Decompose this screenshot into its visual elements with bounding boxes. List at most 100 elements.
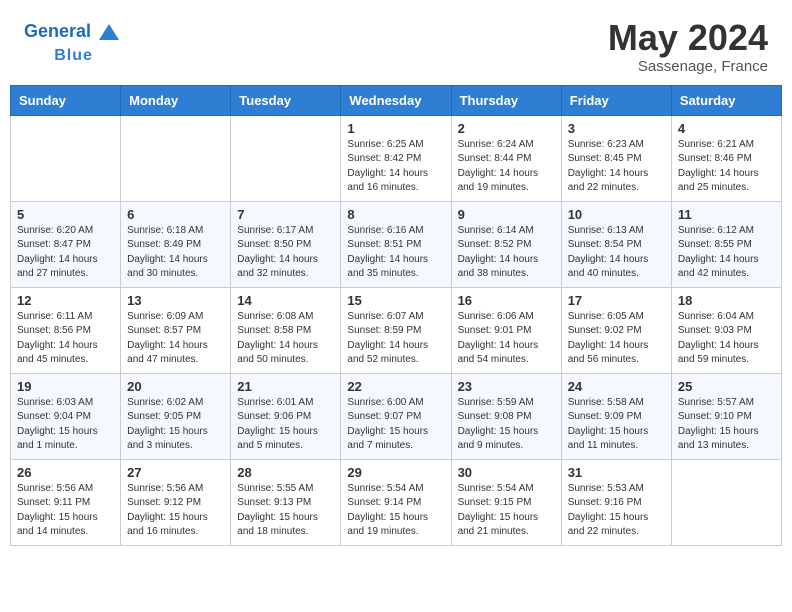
- calendar-cell: 9 Sunrise: 6:14 AM Sunset: 8:52 PM Daylig…: [451, 201, 561, 287]
- calendar-cell: 15 Sunrise: 6:07 AM Sunset: 8:59 PM Dayli…: [341, 287, 451, 373]
- day-number: 17: [568, 293, 665, 308]
- calendar-cell: [231, 115, 341, 201]
- calendar-cell: 27 Sunrise: 5:56 AM Sunset: 9:12 PM Dayli…: [121, 459, 231, 545]
- day-info: Sunrise: 6:13 AM Sunset: 8:54 PM Dayligh…: [568, 224, 665, 282]
- day-number: 22: [347, 379, 444, 394]
- header-row: Sunday Monday Tuesday Wednesday Thursday…: [11, 85, 782, 115]
- day-info: Sunrise: 5:54 AM Sunset: 9:14 PM Dayligh…: [347, 482, 444, 540]
- calendar-cell: 17 Sunrise: 6:05 AM Sunset: 9:02 PM Dayli…: [561, 287, 671, 373]
- calendar-cell: 16Sunrise: 6:06 AM Sunset: 9:01 PM Dayli…: [451, 287, 561, 373]
- day-info: Sunrise: 6:25 AM Sunset: 8:42 PM Dayligh…: [347, 138, 444, 196]
- calendar-cell: 31Sunrise: 5:53 AM Sunset: 9:16 PM Dayli…: [561, 459, 671, 545]
- day-number: 15: [347, 293, 444, 308]
- day-number: 25: [678, 379, 775, 394]
- day-number: 7: [237, 207, 334, 222]
- calendar-cell: 2Sunrise: 6:24 AM Sunset: 8:44 PM Daylig…: [451, 115, 561, 201]
- day-number: 20: [127, 379, 224, 394]
- day-info: Sunrise: 6:12 AM Sunset: 8:55 PM Dayligh…: [678, 224, 775, 282]
- day-info: Sunrise: 6:04 AM Sunset: 9:03 PM Dayligh…: [678, 310, 775, 368]
- calendar-cell: 3 Sunrise: 6:23 AM Sunset: 8:45 PM Daylig…: [561, 115, 671, 201]
- week-row-1: 1 Sunrise: 6:25 AM Sunset: 8:42 PM Daylig…: [11, 115, 782, 201]
- day-number: 10: [568, 207, 665, 222]
- logo: General Blue: [24, 18, 123, 65]
- day-info: Sunrise: 6:20 AM Sunset: 8:47 PM Dayligh…: [17, 224, 114, 282]
- day-info: Sunrise: 6:23 AM Sunset: 8:45 PM Dayligh…: [568, 138, 665, 196]
- day-info: Sunrise: 5:53 AM Sunset: 9:16 PM Dayligh…: [568, 482, 665, 540]
- day-info: Sunrise: 5:58 AM Sunset: 9:09 PM Dayligh…: [568, 396, 665, 454]
- calendar-cell: [11, 115, 121, 201]
- title-block: May 2024 Sassenage, France: [608, 18, 768, 75]
- week-row-3: 12 Sunrise: 6:11 AM Sunset: 8:56 PM Dayli…: [11, 287, 782, 373]
- col-wednesday: Wednesday: [341, 85, 451, 115]
- week-row-5: 26Sunrise: 5:56 AM Sunset: 9:11 PM Dayli…: [11, 459, 782, 545]
- calendar-cell: 26Sunrise: 5:56 AM Sunset: 9:11 PM Dayli…: [11, 459, 121, 545]
- day-info: Sunrise: 5:56 AM Sunset: 9:11 PM Dayligh…: [17, 482, 114, 540]
- day-info: Sunrise: 5:59 AM Sunset: 9:08 PM Dayligh…: [458, 396, 555, 454]
- day-info: Sunrise: 6:03 AM Sunset: 9:04 PM Dayligh…: [17, 396, 114, 454]
- logo-icon: [95, 18, 123, 46]
- day-info: Sunrise: 6:14 AM Sunset: 8:52 PM Dayligh…: [458, 224, 555, 282]
- day-number: 18: [678, 293, 775, 308]
- calendar-cell: 8 Sunrise: 6:16 AM Sunset: 8:51 PM Daylig…: [341, 201, 451, 287]
- calendar-cell: 24 Sunrise: 5:58 AM Sunset: 9:09 PM Dayli…: [561, 373, 671, 459]
- day-number: 19: [17, 379, 114, 394]
- day-number: 29: [347, 465, 444, 480]
- day-number: 30: [458, 465, 555, 480]
- day-number: 2: [458, 121, 555, 136]
- logo-text: General: [24, 21, 91, 43]
- page-header: General Blue May 2024 Sassenage, France: [0, 0, 792, 85]
- col-sunday: Sunday: [11, 85, 121, 115]
- day-number: 8: [347, 207, 444, 222]
- day-info: Sunrise: 5:54 AM Sunset: 9:15 PM Dayligh…: [458, 482, 555, 540]
- calendar-cell: [671, 459, 781, 545]
- calendar-cell: 14Sunrise: 6:08 AM Sunset: 8:58 PM Dayli…: [231, 287, 341, 373]
- day-info: Sunrise: 6:07 AM Sunset: 8:59 PM Dayligh…: [347, 310, 444, 368]
- calendar-table: Sunday Monday Tuesday Wednesday Thursday…: [10, 85, 782, 546]
- day-number: 9: [458, 207, 555, 222]
- day-info: Sunrise: 6:16 AM Sunset: 8:51 PM Dayligh…: [347, 224, 444, 282]
- calendar-cell: 23 Sunrise: 5:59 AM Sunset: 9:08 PM Dayli…: [451, 373, 561, 459]
- calendar-cell: 13Sunrise: 6:09 AM Sunset: 8:57 PM Dayli…: [121, 287, 231, 373]
- col-thursday: Thursday: [451, 85, 561, 115]
- calendar-cell: 29 Sunrise: 5:54 AM Sunset: 9:14 PM Dayli…: [341, 459, 451, 545]
- day-number: 5: [17, 207, 114, 222]
- day-info: Sunrise: 5:56 AM Sunset: 9:12 PM Dayligh…: [127, 482, 224, 540]
- day-number: 3: [568, 121, 665, 136]
- day-number: 16: [458, 293, 555, 308]
- calendar-cell: 28 Sunrise: 5:55 AM Sunset: 9:13 PM Dayli…: [231, 459, 341, 545]
- calendar-cell: 5 Sunrise: 6:20 AM Sunset: 8:47 PM Daylig…: [11, 201, 121, 287]
- calendar-wrapper: Sunday Monday Tuesday Wednesday Thursday…: [0, 85, 792, 556]
- day-info: Sunrise: 6:17 AM Sunset: 8:50 PM Dayligh…: [237, 224, 334, 282]
- day-info: Sunrise: 6:01 AM Sunset: 9:06 PM Dayligh…: [237, 396, 334, 454]
- calendar-cell: 10 Sunrise: 6:13 AM Sunset: 8:54 PM Dayli…: [561, 201, 671, 287]
- calendar-cell: 11 Sunrise: 6:12 AM Sunset: 8:55 PM Dayli…: [671, 201, 781, 287]
- day-info: Sunrise: 6:21 AM Sunset: 8:46 PM Dayligh…: [678, 138, 775, 196]
- calendar-cell: 12 Sunrise: 6:11 AM Sunset: 8:56 PM Dayli…: [11, 287, 121, 373]
- day-info: Sunrise: 6:02 AM Sunset: 9:05 PM Dayligh…: [127, 396, 224, 454]
- day-info: Sunrise: 6:11 AM Sunset: 8:56 PM Dayligh…: [17, 310, 114, 368]
- day-number: 1: [347, 121, 444, 136]
- day-number: 6: [127, 207, 224, 222]
- day-info: Sunrise: 6:05 AM Sunset: 9:02 PM Dayligh…: [568, 310, 665, 368]
- day-info: Sunrise: 6:09 AM Sunset: 8:57 PM Dayligh…: [127, 310, 224, 368]
- week-row-2: 5 Sunrise: 6:20 AM Sunset: 8:47 PM Daylig…: [11, 201, 782, 287]
- col-tuesday: Tuesday: [231, 85, 341, 115]
- calendar-cell: 7 Sunrise: 6:17 AM Sunset: 8:50 PM Daylig…: [231, 201, 341, 287]
- day-info: Sunrise: 5:57 AM Sunset: 9:10 PM Dayligh…: [678, 396, 775, 454]
- calendar-cell: 19 Sunrise: 6:03 AM Sunset: 9:04 PM Dayli…: [11, 373, 121, 459]
- location-subtitle: Sassenage, France: [608, 58, 768, 75]
- day-number: 21: [237, 379, 334, 394]
- day-info: Sunrise: 6:08 AM Sunset: 8:58 PM Dayligh…: [237, 310, 334, 368]
- calendar-cell: 25 Sunrise: 5:57 AM Sunset: 9:10 PM Dayli…: [671, 373, 781, 459]
- day-info: Sunrise: 5:55 AM Sunset: 9:13 PM Dayligh…: [237, 482, 334, 540]
- day-number: 28: [237, 465, 334, 480]
- calendar-cell: 20 Sunrise: 6:02 AM Sunset: 9:05 PM Dayli…: [121, 373, 231, 459]
- calendar-cell: 21 Sunrise: 6:01 AM Sunset: 9:06 PM Dayli…: [231, 373, 341, 459]
- day-number: 27: [127, 465, 224, 480]
- day-number: 23: [458, 379, 555, 394]
- day-number: 12: [17, 293, 114, 308]
- day-number: 24: [568, 379, 665, 394]
- week-row-4: 19 Sunrise: 6:03 AM Sunset: 9:04 PM Dayli…: [11, 373, 782, 459]
- day-number: 11: [678, 207, 775, 222]
- calendar-cell: 6Sunrise: 6:18 AM Sunset: 8:49 PM Daylig…: [121, 201, 231, 287]
